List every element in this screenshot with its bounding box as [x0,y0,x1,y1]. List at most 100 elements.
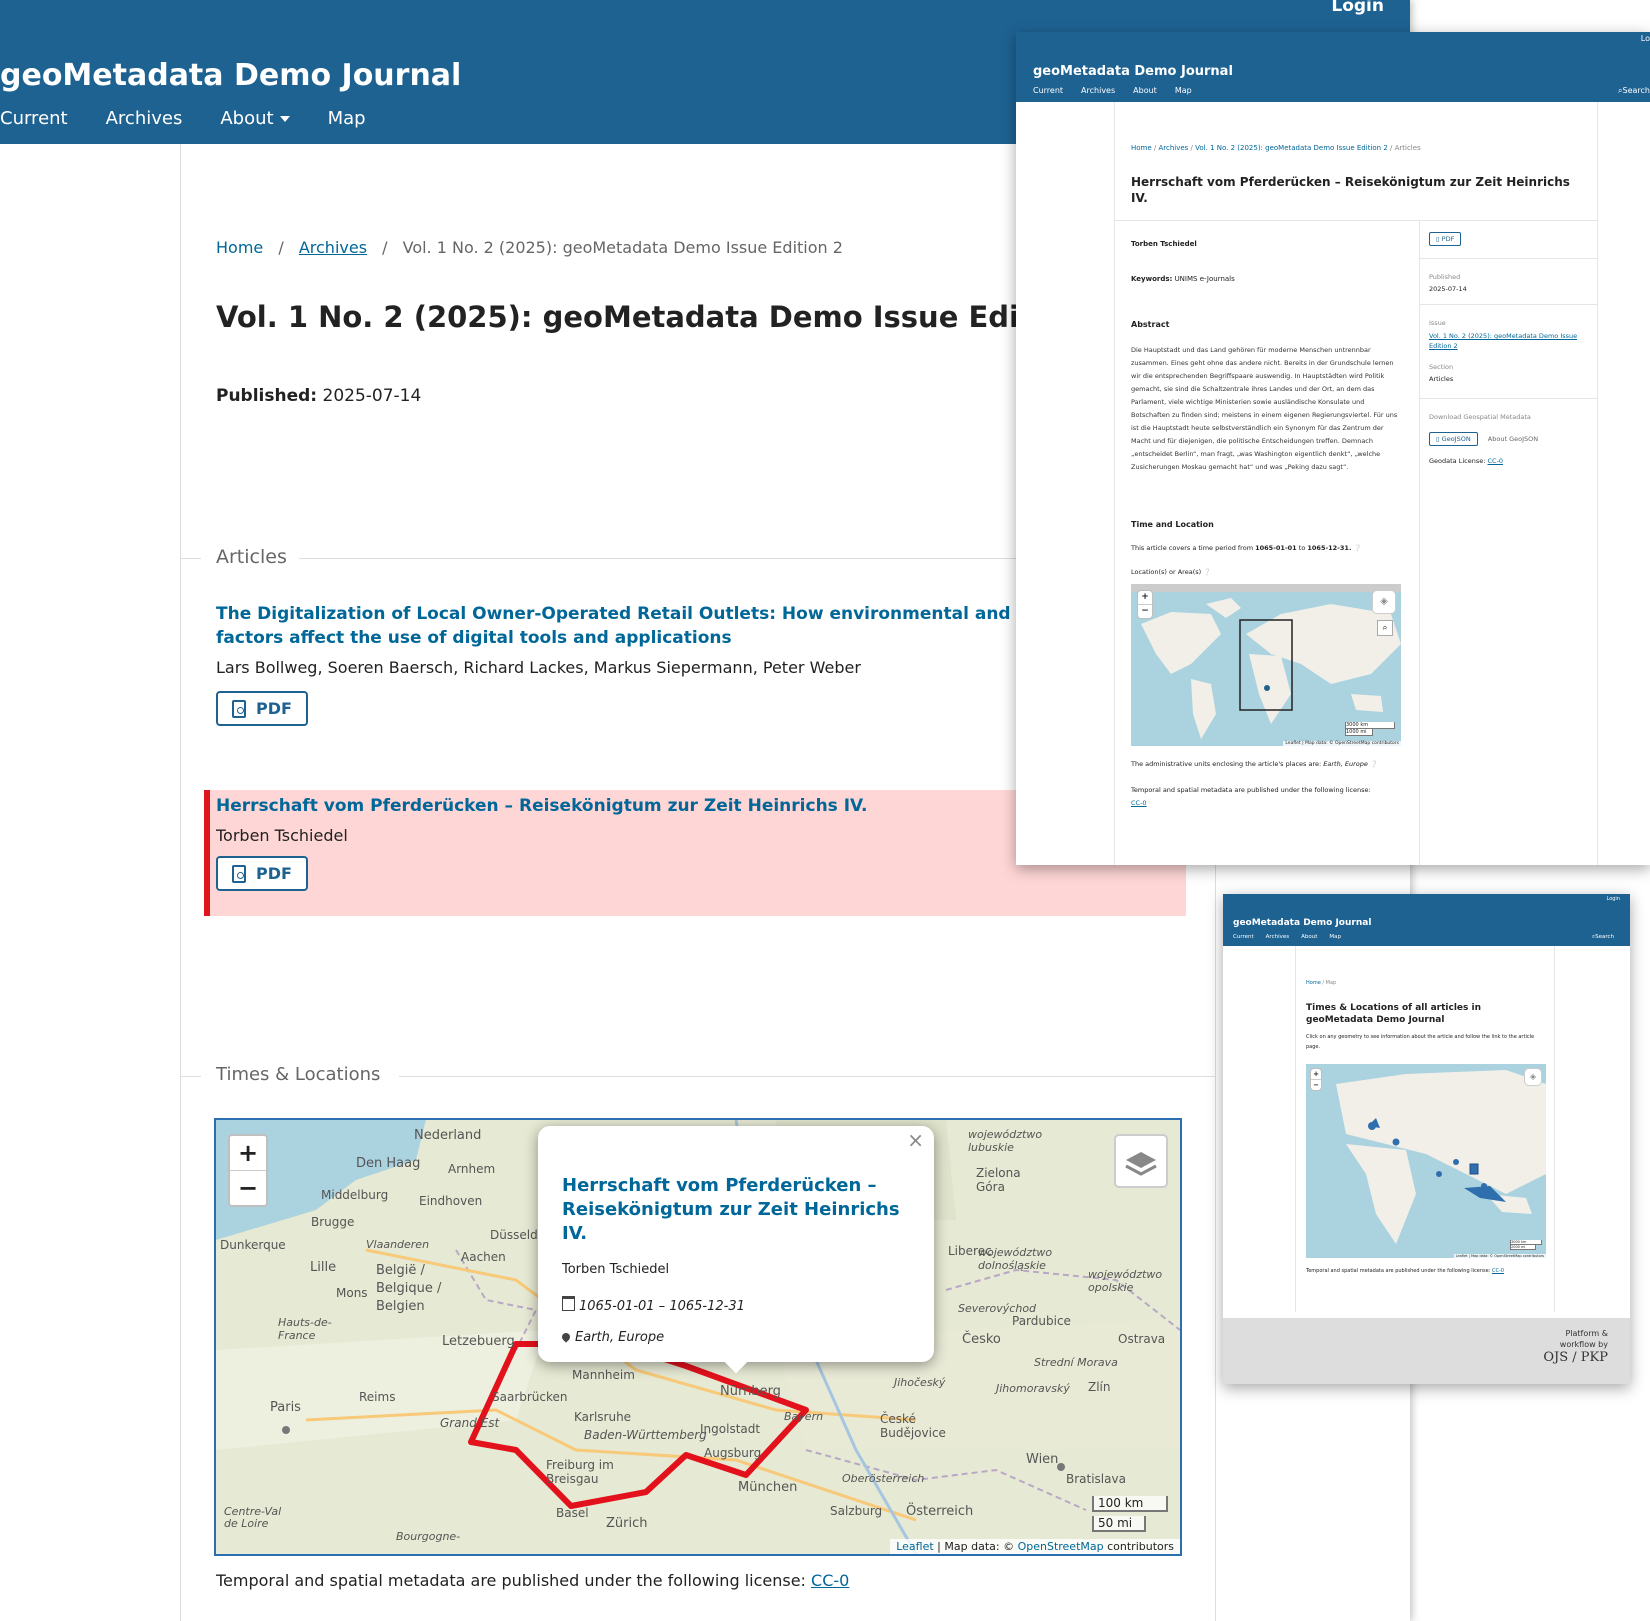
pdf-label: PDF [256,864,292,883]
map-label: Pardubice [1012,1314,1071,1328]
breadcrumb-issue[interactable]: Vol. 1 No. 2 (2025): geoMetadata Demo Is… [1195,144,1388,152]
issue-map[interactable]: Nederland Den Haag Arnhem Middelburg Ein… [214,1118,1182,1556]
map-label: województwo opolskie [1088,1268,1163,1294]
search-link[interactable]: ⌕Search [1592,934,1614,941]
nav-archives[interactable]: Archives [1266,934,1289,940]
search-label: Search [1595,934,1614,940]
nav-current[interactable]: Current [1033,86,1063,95]
pdf-button[interactable]: ▯ PDF [1429,232,1462,246]
map-label: Bourgogne- [396,1530,461,1543]
nav-map[interactable]: Map [328,108,366,129]
article-title-link[interactable]: Herrschaft vom Pferderücken – Reisekönig… [216,796,867,816]
map-label: Zlín [1088,1380,1111,1394]
nav-map[interactable]: Map [1175,86,1192,95]
map-label: België / Belgique / Belgien [376,1263,442,1314]
map-label: Karlsruhe [574,1410,632,1424]
issue-link[interactable]: Vol. 1 No. 2 (2025): geoMetadata Demo Is… [1429,331,1587,351]
zoom-out-button[interactable]: − [1311,1080,1321,1090]
zoom-in-button[interactable]: + [230,1136,266,1171]
popup-place-row: Earth, Europe [560,1330,664,1345]
breadcrumb-archives[interactable]: Archives [299,238,367,257]
nav-about[interactable]: About [1301,934,1317,940]
search-link[interactable]: ⌕Search [1618,86,1650,96]
scale-mi: 1000 mi [1345,729,1373,736]
attribution-text: | Map data: © [933,1540,1018,1553]
pdf-label: PDF [1441,235,1455,243]
locations-label: Location(s) or Area(s) [1131,568,1202,576]
time-location-heading: Time and Location [1131,520,1214,529]
nav-archives[interactable]: Archives [106,108,183,129]
map-attribution: Leaflet | Map data: © OpenStreetMap cont… [1453,1254,1546,1258]
popup-author: Torben Tschiedel [562,1262,670,1277]
breadcrumb-current: Articles [1394,144,1421,152]
license-row: Temporal and spatial metadata are publis… [1306,1268,1504,1274]
journal-title[interactable]: geoMetadata Demo Journal [1033,64,1233,79]
ojs-pkp-logo[interactable]: OJS / PKP [1543,1351,1608,1364]
nav-current[interactable]: Current [0,108,68,129]
scale-mi: 2000 mi [1510,1245,1536,1250]
breadcrumb-home[interactable]: Home [216,238,263,257]
license-link[interactable]: CC-0 [1131,799,1147,807]
nav-about[interactable]: About [1133,86,1157,95]
layers-button[interactable]: ◈ [1372,590,1396,614]
zoom-out-button[interactable]: − [230,1171,266,1205]
nav-about[interactable]: About [220,108,290,129]
pdf-button[interactable]: PDF [216,691,308,726]
map-label: Ostrava [1118,1332,1166,1346]
divider [181,1076,201,1077]
login-link[interactable]: Lo [1641,34,1650,43]
osm-link[interactable]: OpenStreetMap [1018,1540,1104,1553]
geodata-license-label: Geodata License: [1429,457,1486,465]
leaflet-link[interactable]: Leaflet [896,1540,933,1553]
map-label: Freiburg im Breisgau [546,1458,614,1486]
breadcrumb-archives[interactable]: Archives [1158,144,1188,152]
login-link[interactable]: Login [1331,0,1384,16]
geodata-license-row: Geodata License: CC-0 [1429,457,1587,465]
abstract-heading: Abstract [1131,320,1170,329]
journal-map[interactable]: + − ◈ 3000 km 2000 mi Leaflet | Map data… [1306,1064,1546,1258]
breadcrumb-home[interactable]: Home [1131,144,1152,152]
nav-map[interactable]: Map [1329,934,1341,940]
map-label: Eindhoven [419,1194,483,1208]
geodata-license-link[interactable]: CC-0 [1488,457,1504,465]
map-label: Oberösterreich [842,1472,925,1485]
nav-current[interactable]: Current [1233,934,1254,940]
popup-title-link[interactable]: Herrschaft vom Pferderücken – Reisekönig… [562,1174,912,1246]
breadcrumb-sep: / [382,238,388,257]
search-map-button[interactable]: ⌕ [1377,620,1393,636]
license-link[interactable]: CC-0 [1492,1268,1504,1274]
map-label: Reims [359,1390,396,1404]
journal-title[interactable]: geoMetadata Demo Journal [1233,918,1371,928]
zoom-in-button[interactable]: + [1311,1069,1321,1080]
pdf-button[interactable]: PDF [216,856,308,891]
geojson-button[interactable]: ▯ GeoJSON [1429,432,1478,446]
popup-close-button[interactable]: × [907,1128,924,1152]
zoom-out-button[interactable]: − [1138,605,1152,618]
map-page-content: Home / Map Times & Locations of all arti… [1295,946,1555,1312]
section-value: Articles [1429,375,1454,383]
breadcrumb-home[interactable]: Home [1306,980,1321,986]
article-map[interactable]: + − ◈ ⌕ 3000 km 1000 mi Leaflet | Map da… [1131,584,1401,746]
zoom-control: + − [1137,590,1153,619]
map-label: Nürnberg [720,1384,781,1399]
site-header: Login geoMetadata Demo Journal Current A… [1223,894,1630,946]
map-label: Nederland [414,1128,482,1143]
journal-title[interactable]: geoMetadata Demo Journal [0,58,461,93]
breadcrumb-current: Map [1325,980,1337,986]
layers-button[interactable] [1114,1134,1168,1188]
keywords-label: Keywords: [1131,275,1173,283]
map-label: Centre-Val de Loire [224,1505,282,1530]
breadcrumb: Home / Archives / Vol. 1 No. 2 (2025): g… [1131,144,1421,152]
map-label: Middelburg [321,1188,389,1202]
license-link[interactable]: CC-0 [811,1571,849,1590]
nav-archives[interactable]: Archives [1081,86,1115,95]
about-geojson-link[interactable]: About GeoJSON [1488,435,1538,443]
popup-period-row: 1065-01-01 – 1065-12-31 [562,1296,745,1314]
zoom-in-button[interactable]: + [1138,591,1152,605]
map-label: Österreich [906,1504,974,1519]
map-label: Jihomoravský [996,1382,1070,1395]
login-link[interactable]: Login [1607,896,1621,902]
layers-button[interactable]: ◈ [1524,1068,1542,1086]
map-label: Bayern [784,1410,824,1423]
breadcrumb-sep: / [278,238,284,257]
